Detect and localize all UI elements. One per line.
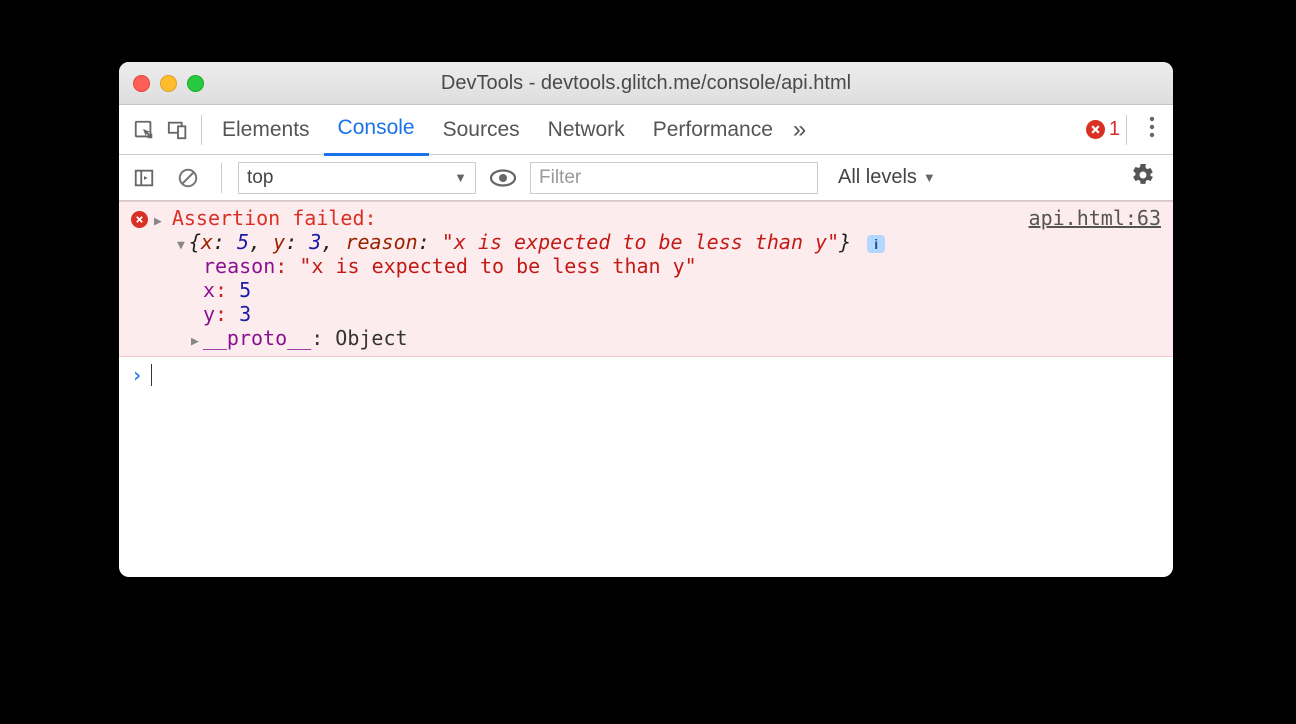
more-tabs-button[interactable]: » xyxy=(793,116,806,144)
tab-sources[interactable]: Sources xyxy=(429,105,534,154)
info-icon[interactable]: i xyxy=(867,235,885,253)
error-icon xyxy=(131,211,148,228)
property-row[interactable]: reason: "x is expected to be less than y… xyxy=(203,254,1161,278)
toggle-console-sidebar-icon[interactable] xyxy=(127,161,161,195)
error-title: Assertion failed: xyxy=(172,206,377,230)
error-count-badge[interactable]: 1 xyxy=(1086,118,1120,141)
close-window-button[interactable] xyxy=(133,75,150,92)
divider xyxy=(1126,115,1127,145)
property-row[interactable]: x: 5 xyxy=(203,278,1161,302)
object-preview[interactable]: {x: 5, y: 3, reason: "x is expected to b… xyxy=(177,230,1161,254)
execution-context-selector[interactable]: top ▼ xyxy=(238,162,476,194)
titlebar: DevTools - devtools.glitch.me/console/ap… xyxy=(119,62,1173,105)
console-toolbar: top ▼ Filter All levels ▼ xyxy=(119,155,1173,201)
log-levels-selector[interactable]: All levels ▼ xyxy=(838,166,936,189)
expand-toggle[interactable] xyxy=(154,206,166,230)
console-settings-icon[interactable] xyxy=(1131,163,1155,193)
chevron-down-icon: ▼ xyxy=(454,170,467,185)
chevron-down-icon: ▼ xyxy=(923,170,936,185)
window-title: DevTools - devtools.glitch.me/console/ap… xyxy=(119,72,1173,95)
log-levels-label: All levels xyxy=(838,166,917,189)
more-options-icon[interactable] xyxy=(1149,116,1155,144)
expand-toggle[interactable] xyxy=(191,326,203,350)
error-count: 1 xyxy=(1109,118,1120,141)
toggle-device-toolbar-icon[interactable] xyxy=(161,113,195,147)
divider xyxy=(221,163,222,193)
tab-elements[interactable]: Elements xyxy=(208,105,324,154)
console-error-message: Assertion failed: api.html:63 {x: 5, y: … xyxy=(119,201,1173,357)
divider xyxy=(201,115,202,145)
minimize-window-button[interactable] xyxy=(160,75,177,92)
inspect-element-icon[interactable] xyxy=(127,113,161,147)
execution-context-value: top xyxy=(247,167,273,189)
error-icon xyxy=(1086,120,1105,139)
source-link[interactable]: api.html:63 xyxy=(1029,206,1161,230)
text-caret xyxy=(151,364,152,386)
tab-network[interactable]: Network xyxy=(534,105,639,154)
live-expression-icon[interactable] xyxy=(486,161,520,195)
filter-placeholder: Filter xyxy=(539,167,581,189)
tab-performance[interactable]: Performance xyxy=(639,105,787,154)
clear-console-icon[interactable] xyxy=(171,161,205,195)
console-body: Assertion failed: api.html:63 {x: 5, y: … xyxy=(119,201,1173,393)
console-prompt[interactable]: › xyxy=(119,357,1173,393)
main-tabs: Elements Console Sources Network Perform… xyxy=(119,105,1173,155)
proto-row[interactable]: __proto__: Object xyxy=(191,326,1161,350)
collapse-toggle[interactable] xyxy=(177,230,189,254)
property-row[interactable]: y: 3 xyxy=(203,302,1161,326)
devtools-window: DevTools - devtools.glitch.me/console/ap… xyxy=(119,62,1173,577)
traffic-lights xyxy=(133,75,204,92)
prompt-indicator: › xyxy=(131,363,143,387)
filter-input[interactable]: Filter xyxy=(530,162,818,194)
zoom-window-button[interactable] xyxy=(187,75,204,92)
object-properties: reason: "x is expected to be less than y… xyxy=(203,254,1161,326)
tab-console[interactable]: Console xyxy=(324,104,429,156)
